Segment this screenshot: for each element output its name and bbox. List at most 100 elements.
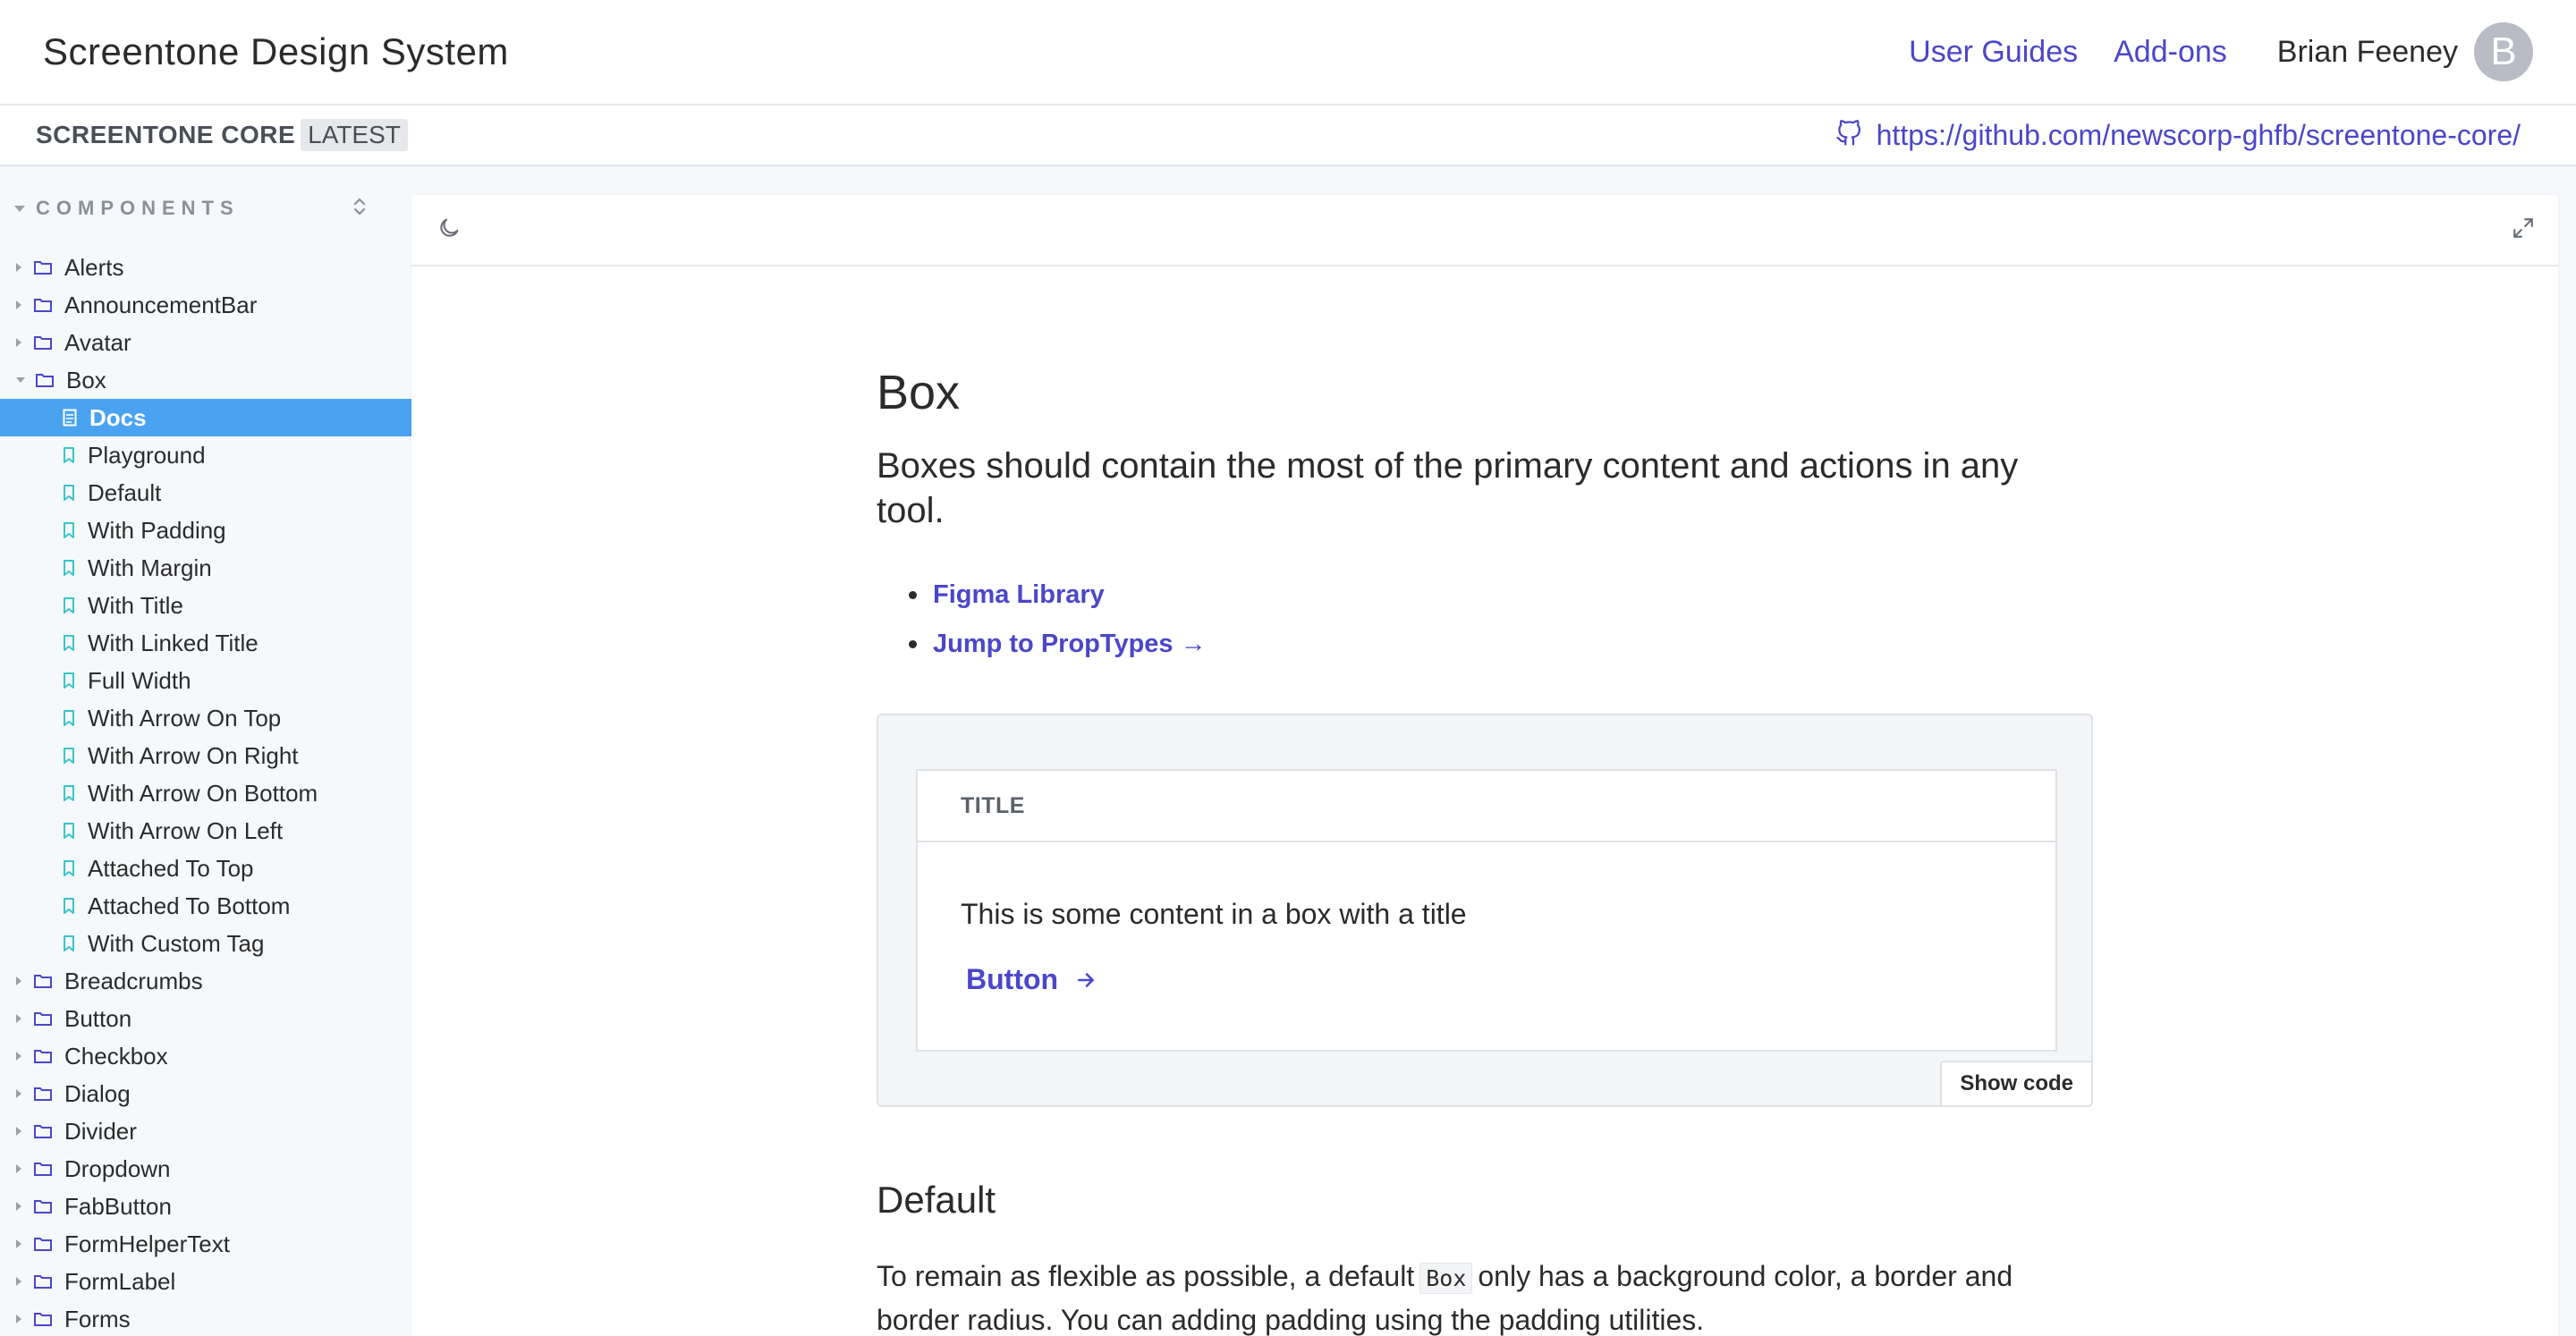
sidebar-item-box[interactable]: Box bbox=[0, 361, 411, 399]
show-code-button[interactable]: Show code bbox=[1940, 1061, 2093, 1107]
sidebar-item-formhelpertext[interactable]: FormHelperText bbox=[0, 1225, 411, 1263]
chevron-right-icon bbox=[16, 1127, 21, 1136]
chevron-right-icon bbox=[16, 300, 21, 309]
sidebar-item-label: Forms bbox=[64, 1305, 131, 1332]
sidebar-item-with-custom-tag[interactable]: With Custom Tag bbox=[0, 925, 411, 962]
moon-icon[interactable] bbox=[436, 216, 462, 245]
sidebar-item-docs[interactable]: Docs bbox=[0, 399, 411, 436]
bookmark-icon bbox=[63, 897, 75, 915]
bookmark-icon bbox=[63, 521, 75, 539]
panel-toolbar bbox=[411, 195, 2558, 266]
doc-content: Box Boxes should contain the most of the… bbox=[877, 365, 2093, 1336]
sidebar-item-dropdown[interactable]: Dropdown bbox=[0, 1150, 411, 1188]
chevron-right-icon bbox=[16, 1202, 21, 1211]
box-body: This is some content in a box with a tit… bbox=[918, 842, 2055, 996]
sidebar-item-default[interactable]: Default bbox=[0, 474, 411, 512]
sidebar-item-playground[interactable]: Playground bbox=[0, 436, 411, 474]
chevron-down-icon bbox=[16, 377, 25, 383]
sidebar-item-avatar[interactable]: Avatar bbox=[0, 324, 411, 361]
bookmark-icon bbox=[63, 446, 75, 464]
sidebar-item-with-arrow-on-left[interactable]: With Arrow On Left bbox=[0, 812, 411, 850]
sidebar-item-label: Dialog bbox=[64, 1079, 131, 1107]
sidebar-item-label: With Arrow On Bottom bbox=[88, 779, 318, 807]
chevron-right-icon bbox=[16, 263, 21, 272]
story-preview: TITLE This is some content in a box with… bbox=[877, 714, 2093, 1107]
folder-icon bbox=[34, 1199, 52, 1213]
sidebar-item-with-arrow-on-right[interactable]: With Arrow On Right bbox=[0, 737, 411, 774]
sidebar-item-full-width[interactable]: Full Width bbox=[0, 662, 411, 699]
folder-icon bbox=[34, 1237, 52, 1251]
sidebar-item-with-margin[interactable]: With Margin bbox=[0, 549, 411, 587]
sidebar-item-label: With Margin bbox=[88, 554, 212, 581]
chevron-right-icon bbox=[16, 1052, 21, 1061]
sidebar: COMPONENTS Alerts AnnouncementBar Avatar B… bbox=[0, 168, 411, 1336]
site-title[interactable]: Screentone Design System bbox=[43, 30, 509, 73]
sidebar-item-with-title[interactable]: With Title bbox=[0, 587, 411, 624]
sidebar-item-label: Attached To Top bbox=[88, 854, 254, 882]
box-content-text: This is some content in a box with a tit… bbox=[961, 898, 1467, 930]
list-item: Figma Library bbox=[877, 571, 2057, 620]
folder-icon bbox=[34, 335, 52, 350]
document-icon bbox=[63, 409, 77, 427]
expand-collapse-icon[interactable] bbox=[351, 196, 369, 222]
bookmark-icon bbox=[63, 596, 75, 614]
folder-icon bbox=[34, 1011, 52, 1026]
github-icon bbox=[1835, 119, 1862, 151]
sidebar-item-breadcrumbs[interactable]: Breadcrumbs bbox=[0, 962, 411, 1000]
bookmark-icon bbox=[63, 934, 75, 952]
sidebar-item-attached-to-top[interactable]: Attached To Top bbox=[0, 850, 411, 887]
section-heading-default: Default bbox=[877, 1179, 996, 1221]
caret-down-icon bbox=[14, 205, 25, 212]
folder-icon bbox=[34, 1162, 52, 1176]
user-guides-link[interactable]: User Guides bbox=[1909, 35, 2078, 70]
folder-icon bbox=[34, 1087, 52, 1101]
sidebar-item-divider[interactable]: Divider bbox=[0, 1112, 411, 1150]
bookmark-icon bbox=[63, 484, 75, 502]
sidebar-item-with-linked-title[interactable]: With Linked Title bbox=[0, 624, 411, 662]
package-name: SCREENTONE CORE bbox=[36, 121, 296, 148]
sidebar-item-label: With Arrow On Top bbox=[88, 704, 282, 731]
sidebar-item-forms[interactable]: Forms bbox=[0, 1300, 411, 1336]
sidebar-item-label: With Title bbox=[88, 591, 183, 619]
add-ons-link[interactable]: Add-ons bbox=[2114, 35, 2227, 70]
folder-icon bbox=[34, 260, 52, 275]
bookmark-icon bbox=[63, 784, 75, 802]
version-badge: LATEST bbox=[301, 119, 408, 151]
proptypes-link[interactable]: Jump to PropTypes → bbox=[933, 620, 1207, 669]
chevron-right-icon bbox=[16, 338, 21, 347]
repo-link[interactable]: https://github.com/newscorp-ghfb/screent… bbox=[1877, 119, 2521, 152]
chevron-right-icon bbox=[16, 1277, 21, 1286]
package-bar: SCREENTONE CORE LATEST https://github.co… bbox=[0, 106, 2576, 166]
components-section-header[interactable]: COMPONENTS bbox=[0, 168, 411, 249]
chevron-right-icon bbox=[16, 977, 21, 985]
sidebar-item-label: With Arrow On Left bbox=[88, 816, 284, 844]
sidebar-item-dialog[interactable]: Dialog bbox=[0, 1075, 411, 1112]
folder-icon bbox=[34, 1049, 52, 1063]
sidebar-item-alerts[interactable]: Alerts bbox=[0, 249, 411, 286]
box-button-label: Button bbox=[966, 963, 1059, 995]
sidebar-item-with-padding[interactable]: With Padding bbox=[0, 512, 411, 549]
bookmark-icon bbox=[63, 747, 75, 765]
box-button[interactable]: Button bbox=[966, 963, 2012, 996]
fullscreen-icon[interactable] bbox=[2512, 216, 2535, 244]
sidebar-item-announcementbar[interactable]: AnnouncementBar bbox=[0, 286, 411, 324]
sidebar-item-fabbutton[interactable]: FabButton bbox=[0, 1188, 411, 1225]
figma-library-link[interactable]: Figma Library bbox=[933, 571, 1105, 620]
sidebar-item-formlabel[interactable]: FormLabel bbox=[0, 1263, 411, 1300]
sidebar-item-with-arrow-on-bottom[interactable]: With Arrow On Bottom bbox=[0, 774, 411, 812]
sidebar-item-checkbox[interactable]: Checkbox bbox=[0, 1037, 411, 1075]
arrow-right-icon bbox=[1074, 968, 1097, 992]
sidebar-item-label: FabButton bbox=[64, 1192, 172, 1220]
user-name[interactable]: Brian Feeney bbox=[2277, 35, 2458, 70]
sidebar-item-label: Breadcrumbs bbox=[64, 967, 203, 994]
docs-panel: Box Boxes should contain the most of the… bbox=[411, 195, 2558, 1336]
page-title: Box bbox=[877, 366, 961, 419]
avatar[interactable]: B bbox=[2474, 22, 2533, 81]
folder-icon bbox=[34, 1274, 52, 1289]
sidebar-item-label: With Linked Title bbox=[88, 629, 258, 656]
sidebar-item-with-arrow-on-top[interactable]: With Arrow On Top bbox=[0, 699, 411, 737]
sidebar-item-button[interactable]: Button bbox=[0, 1000, 411, 1037]
sidebar-item-attached-to-bottom[interactable]: Attached To Bottom bbox=[0, 887, 411, 925]
list-item: Jump to PropTypes → bbox=[877, 620, 2057, 669]
bookmark-icon bbox=[63, 709, 75, 727]
